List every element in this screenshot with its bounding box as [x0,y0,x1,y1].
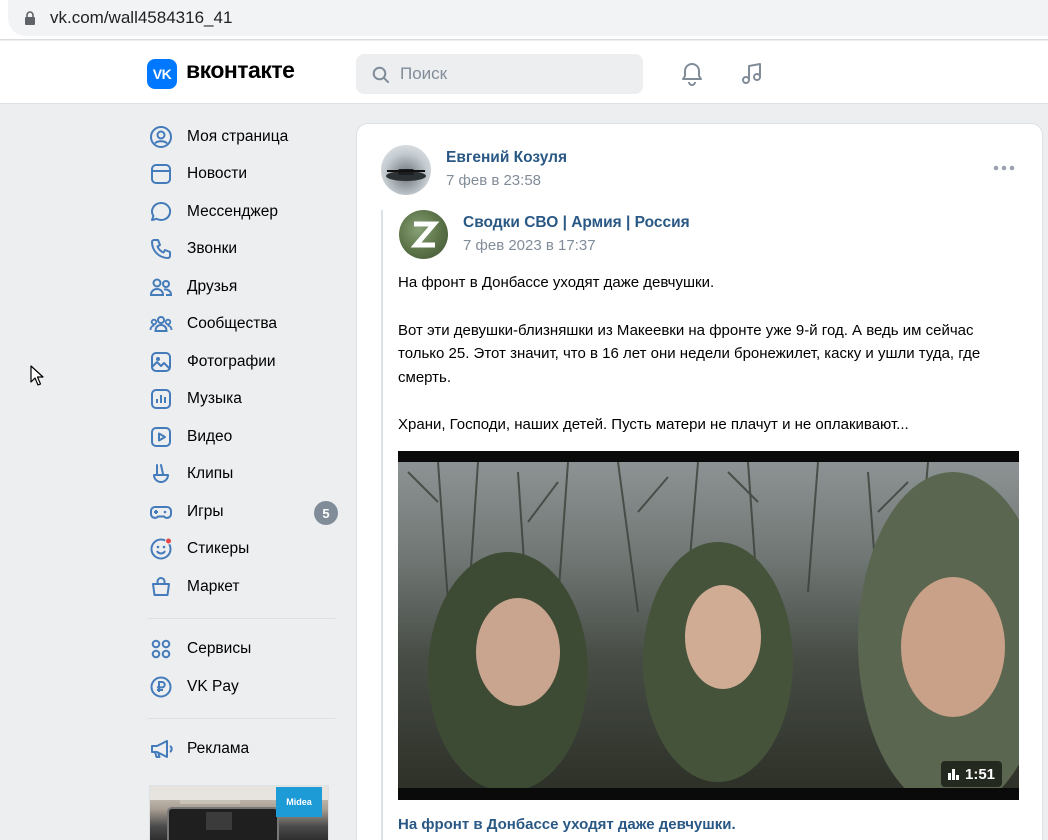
sidebar: Моя страница Новости Мессенджер Звонки Д… [147,118,342,768]
repost-date[interactable]: 7 фев 2023 в 17:37 [463,237,596,254]
sidebar-item-label: Звонки [187,240,238,258]
sidebar-item-label: Друзья [187,277,238,295]
sidebar-divider [147,617,335,619]
sidebar-item-label: Клипы [187,465,234,483]
lock-icon [25,11,35,25]
sidebar-item-vk-pay[interactable]: VK Pay [147,668,342,706]
sidebar-item-news[interactable]: Новости [147,156,342,194]
sidebar-item-ads[interactable]: Реклама [147,731,342,769]
sidebar-item-messenger[interactable]: Мессенджер [147,193,342,231]
post-card: Евгений Козуля 7 фев в 23:58 Сводки СВО … [356,123,1043,840]
video-title-link[interactable]: На фронт в Донбассе уходят даже девчушки… [398,816,736,833]
post-paragraph: Храни, Господи, наших детей. Пусть матер… [398,416,909,433]
browser-address-bar: vk.com/wall4584316_41 [0,0,1048,40]
video-duration-badge: 1:51 [941,761,1003,787]
author-avatar[interactable] [381,145,431,195]
sidebar-item-friends[interactable]: Друзья [147,268,342,306]
mouse-cursor-icon [30,365,44,386]
post-paragraph: На фронт в Донбассе уходят даже девчушки… [398,274,715,291]
repost-indent-bar [381,210,383,840]
friends-icon [149,273,177,301]
sidebar-item-clips[interactable]: Клипы [147,456,342,494]
music-icon[interactable] [739,61,765,87]
vk-logo-icon[interactable]: VK [147,59,177,89]
sidebar-item-stickers[interactable]: Стикеры [147,531,342,569]
megaphone-icon [149,735,177,763]
sidebar-item-label: VK Pay [187,677,239,695]
sidebar-item-label: Мессенджер [187,202,279,220]
music-icon [149,385,177,413]
vk-logo-text[interactable]: вконтакте [186,57,295,84]
sidebar-item-label: Видео [187,427,233,445]
sidebar-item-my-page[interactable]: Моя страница [147,118,342,156]
sidebar-divider [147,717,335,719]
video-icon [149,423,177,451]
video-thumbnail [398,462,1019,788]
games-icon [149,498,177,526]
post-author-name[interactable]: Евгений Козуля [446,149,567,167]
sidebar-item-label: Реклама [187,740,250,758]
more-options-icon[interactable] [993,164,1015,172]
video-player[interactable]: 1:51 [398,451,1019,800]
video-duration: 1:51 [965,765,996,783]
sidebar-item-label: Стикеры [187,540,250,558]
sidebar-item-music[interactable]: Музыка [147,381,342,419]
sidebar-item-label: Игры [187,502,224,520]
sidebar-item-photos[interactable]: Фотографии [147,343,342,381]
sidebar-item-market[interactable]: Маркет [147,568,342,606]
vkpay-icon [149,673,177,701]
sidebar-item-label: Моя страница [187,127,289,145]
post-text: На фронт в Донбассе уходят даже девчушки… [398,271,998,437]
group-avatar[interactable] [399,210,448,259]
sidebar-item-label: Сообщества [187,315,278,333]
sidebar-item-label: Сервисы [187,640,252,658]
clips-icon [149,460,177,488]
url-text[interactable]: vk.com/wall4584316_41 [50,8,232,28]
phone-icon [149,235,177,263]
bars-icon [948,768,959,780]
ad-banner-image[interactable]: Midea [149,785,329,840]
sidebar-item-services[interactable]: Сервисы [147,631,342,669]
sidebar-item-calls[interactable]: Звонки [147,231,342,269]
sidebar-item-label: Новости [187,165,248,183]
stickers-icon [149,535,177,563]
bell-icon[interactable] [679,61,705,87]
sidebar-item-label: Музыка [187,390,242,408]
search-input[interactable] [400,64,630,84]
repost-group-name[interactable]: Сводки СВО | Армия | Россия [463,214,690,232]
vk-header: VK вконтакте [0,41,1048,104]
sidebar-item-label: Маркет [187,577,240,595]
user-circle-icon [149,123,177,151]
ad-brand-logo: Midea [276,787,322,817]
message-icon [149,198,177,226]
market-icon [149,573,177,601]
photo-icon [149,348,177,376]
post-paragraph: Вот эти девушки-близняшки из Макеевки на… [398,321,981,386]
communities-icon [149,310,177,338]
sidebar-item-label: Фотографии [187,352,276,370]
sidebar-item-communities[interactable]: Сообщества [147,306,342,344]
sidebar-item-games[interactable]: Игры 5 [147,493,342,531]
search-icon [372,66,389,83]
games-count-badge: 5 [314,501,338,525]
services-icon [149,635,177,663]
news-icon [149,160,177,188]
sidebar-item-video[interactable]: Видео [147,418,342,456]
post-date[interactable]: 7 фев в 23:58 [446,172,541,189]
